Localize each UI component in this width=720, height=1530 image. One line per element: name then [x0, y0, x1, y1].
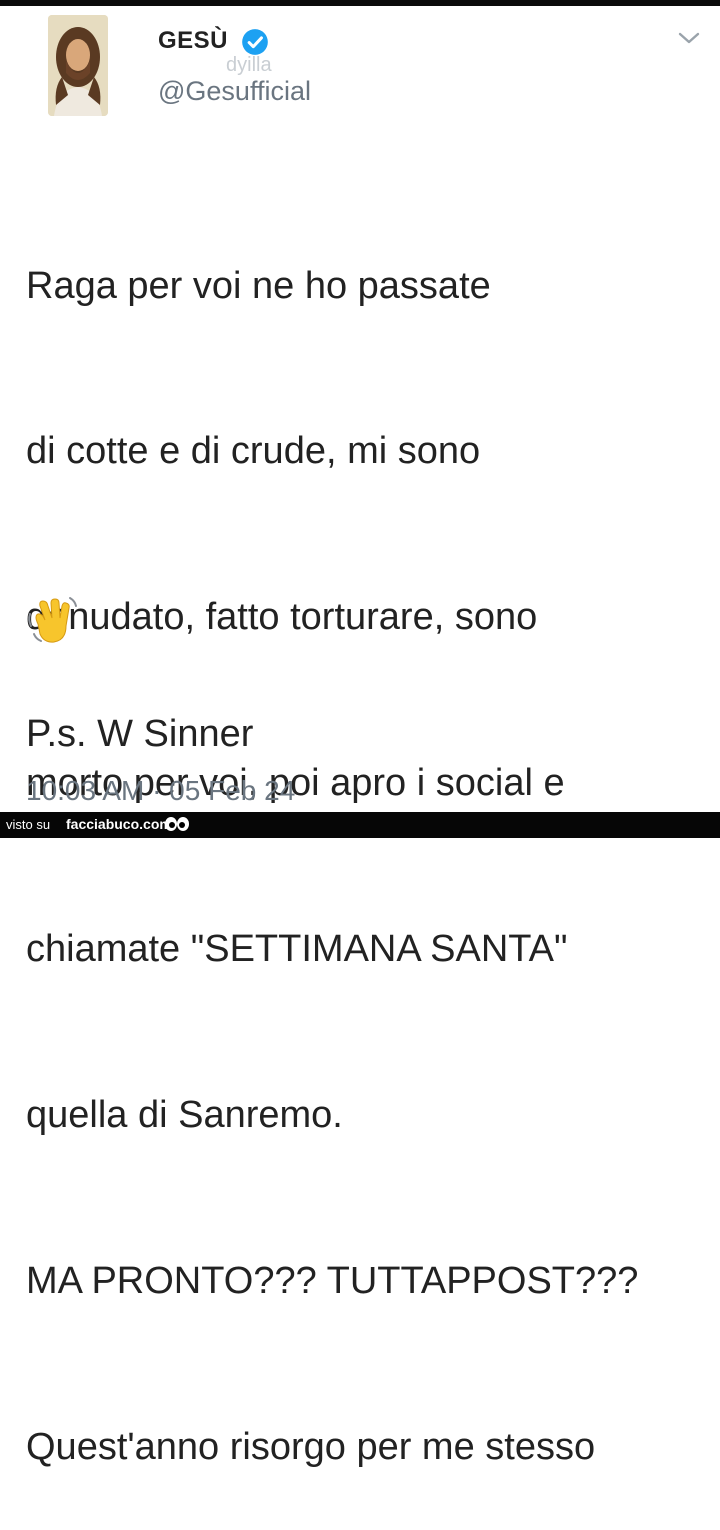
avatar-portrait-icon — [48, 15, 108, 116]
verified-badge-icon — [242, 29, 268, 55]
tweet-line: Quest'anno risorgo per me stesso — [26, 1425, 596, 1468]
display-name[interactable]: GESÙ — [158, 27, 228, 55]
timestamp[interactable]: 10:03 AM · 05 Feb 24 — [26, 775, 295, 807]
tweet-line: quella di Sanremo. — [26, 1094, 343, 1137]
avatar[interactable] — [48, 15, 108, 116]
tweet-line: di cotte e di crude, mi sono — [26, 430, 481, 473]
tweet-line: Raga per voi ne ho passate — [26, 264, 491, 307]
tweet-line: MA PRONTO??? TUTTAPPOST??? — [26, 1259, 639, 1302]
tweet-text: Raga per voi ne ho passate di cotte e di… — [26, 148, 706, 1530]
footer-bar: visto su facciabuco.com — [0, 812, 720, 838]
top-edge — [0, 0, 720, 6]
watermark: dyilla — [226, 54, 272, 76]
ps-text: P.s. W Sinner — [26, 713, 254, 755]
chevron-down-icon[interactable] — [675, 28, 703, 48]
tweet-line: denudato, fatto torturare, sono — [26, 596, 538, 639]
footer-prefix: visto su — [6, 817, 51, 832]
footer-site-link[interactable]: facciabuco.com — [66, 816, 172, 832]
eyes-logo-icon — [165, 817, 189, 831]
waving-hand-icon — [28, 597, 77, 643]
tweet-line: chiamate "SETTIMANA SANTA" — [26, 928, 568, 971]
handle[interactable]: @Gesufficial — [158, 76, 311, 107]
